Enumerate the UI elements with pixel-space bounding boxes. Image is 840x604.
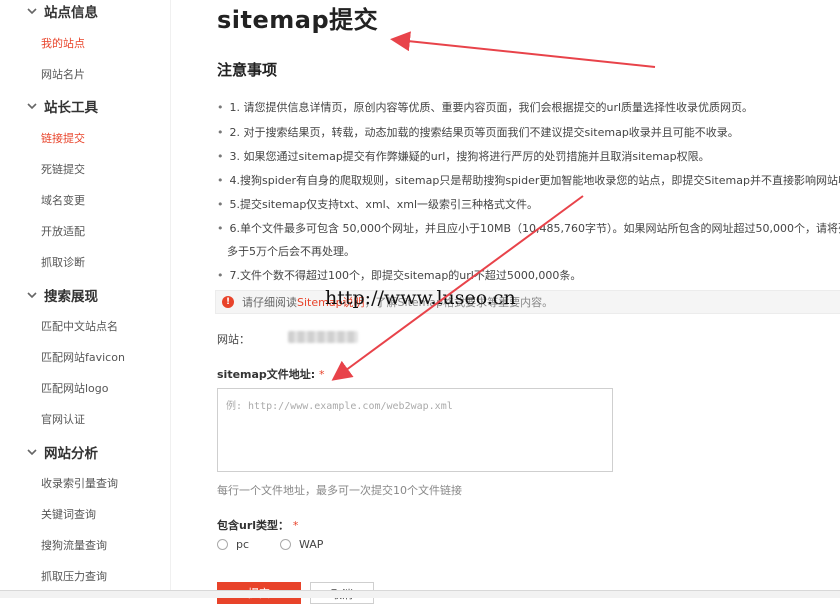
sidebar-section-label: 站长工具 xyxy=(44,100,98,116)
chevron-down-icon xyxy=(24,444,40,460)
site-label: 网站： xyxy=(217,333,250,346)
sidebar-section-label: 网站分析 xyxy=(44,446,98,462)
notice-prefix: 请仔细阅读 xyxy=(242,296,297,309)
notice-bar: ! 请仔细阅读 Sitemap说明 ，了解Sitemap格式要求等重要内容。 xyxy=(215,290,840,314)
url-type-radio-wap[interactable]: WAP xyxy=(280,538,323,551)
note-item: • 3. 如果您通过sitemap提交有作弊嫌疑的url，搜狗将进行严厉的处罚措施… xyxy=(217,150,710,163)
sidebar-item-dead-link-submit[interactable]: 死链提交 xyxy=(41,161,85,177)
chevron-down-icon xyxy=(24,3,40,19)
radio-circle[interactable] xyxy=(280,539,291,550)
sidebar-section-label: 站点信息 xyxy=(44,5,98,21)
sidebar-item-domain-change[interactable]: 域名变更 xyxy=(41,192,85,208)
url-type-radio-pc[interactable]: pc xyxy=(217,538,249,551)
sidebar-item-link-submit[interactable]: 链接提交 xyxy=(41,130,85,146)
sidebar-item-index-query[interactable]: 收录索引量查询 xyxy=(41,475,118,491)
sidebar-item-site-card[interactable]: 网站名片 xyxy=(41,66,85,82)
sidebar-item-match-site-name[interactable]: 匹配中文站点名 xyxy=(41,318,118,334)
sitemap-field-label: sitemap文件地址: * xyxy=(217,368,325,381)
chevron-down-icon xyxy=(24,98,40,114)
sidebar-item-match-logo[interactable]: 匹配网站logo xyxy=(41,380,109,396)
sidebar-item-keyword-query[interactable]: 关键词查询 xyxy=(41,506,96,522)
site-value-blurred xyxy=(288,331,358,343)
main-content: sitemap提交 注意事项 • 1. 请您提供信息详情页，原创内容等优质、重要内… xyxy=(170,0,840,604)
sidebar-section-webmaster-tools[interactable]: 站长工具 xyxy=(24,96,98,116)
required-mark: * xyxy=(319,368,325,381)
sidebar-section-label: 搜索展现 xyxy=(44,289,98,305)
sidebar-item-official-cert[interactable]: 官网认证 xyxy=(41,411,85,427)
sidebar-item-crawl-pressure[interactable]: 抓取压力查询 xyxy=(41,568,107,584)
sitemap-hint: 每行一个文件地址，最多可一次提交10个文件链接 xyxy=(217,484,462,497)
page-title: sitemap提交 xyxy=(217,6,379,34)
note-item: • 1. 请您提供信息详情页，原创内容等优质、重要内容页面，我们会根据提交的url… xyxy=(217,101,754,114)
note-item-continued: 多于5万个后会不再处理。 xyxy=(227,245,355,258)
required-mark: * xyxy=(292,519,299,532)
notes-title: 注意事项 xyxy=(217,61,278,79)
note-item: • 6.单个文件最多可包含 50,000个网址，并且应小于10MB（10,485,… xyxy=(217,222,840,235)
sidebar-item-match-favicon[interactable]: 匹配网站favicon xyxy=(41,349,125,365)
browser-status-bar xyxy=(0,590,840,598)
sidebar: 站点信息 我的站点 网站名片 站长工具 链接提交 死链提交 域名变更 开放适配 … xyxy=(0,0,171,598)
sidebar-item-crawl-diagnosis[interactable]: 抓取诊断 xyxy=(41,254,85,270)
sidebar-item-my-sites[interactable]: 我的站点 xyxy=(41,35,85,51)
sidebar-item-open-adapt[interactable]: 开放适配 xyxy=(41,223,85,239)
info-icon: ! xyxy=(222,296,234,308)
radio-circle[interactable] xyxy=(217,539,228,550)
sidebar-section-site-analysis[interactable]: 网站分析 xyxy=(24,442,98,462)
watermark: http://www.luseo.cn xyxy=(325,287,516,309)
note-item: • 4.搜狗spider有自身的爬取规则，sitemap只是帮助搜狗spider更… xyxy=(217,174,840,187)
sitemap-url-input[interactable] xyxy=(217,388,613,472)
sidebar-section-search-display[interactable]: 搜索展现 xyxy=(24,285,98,305)
note-item: • 5.提交sitemap仅支持txt、xml、xml一级索引三种格式文件。 xyxy=(217,198,538,211)
chevron-down-icon xyxy=(24,287,40,303)
radio-label: WAP xyxy=(299,538,324,551)
note-item: • 7.文件个数不得超过100个，即提交sitemap的url不超过5000,00… xyxy=(217,269,582,282)
sidebar-item-traffic-query[interactable]: 搜狗流量查询 xyxy=(41,537,107,553)
note-item: • 2. 对于搜索结果页，转载，动态加载的搜索结果页等页面我们不建议提交sitem… xyxy=(217,126,739,139)
url-type-label: 包含url类型： * xyxy=(217,519,299,532)
radio-label: pc xyxy=(236,538,250,551)
sidebar-section-site-info[interactable]: 站点信息 xyxy=(24,1,98,21)
